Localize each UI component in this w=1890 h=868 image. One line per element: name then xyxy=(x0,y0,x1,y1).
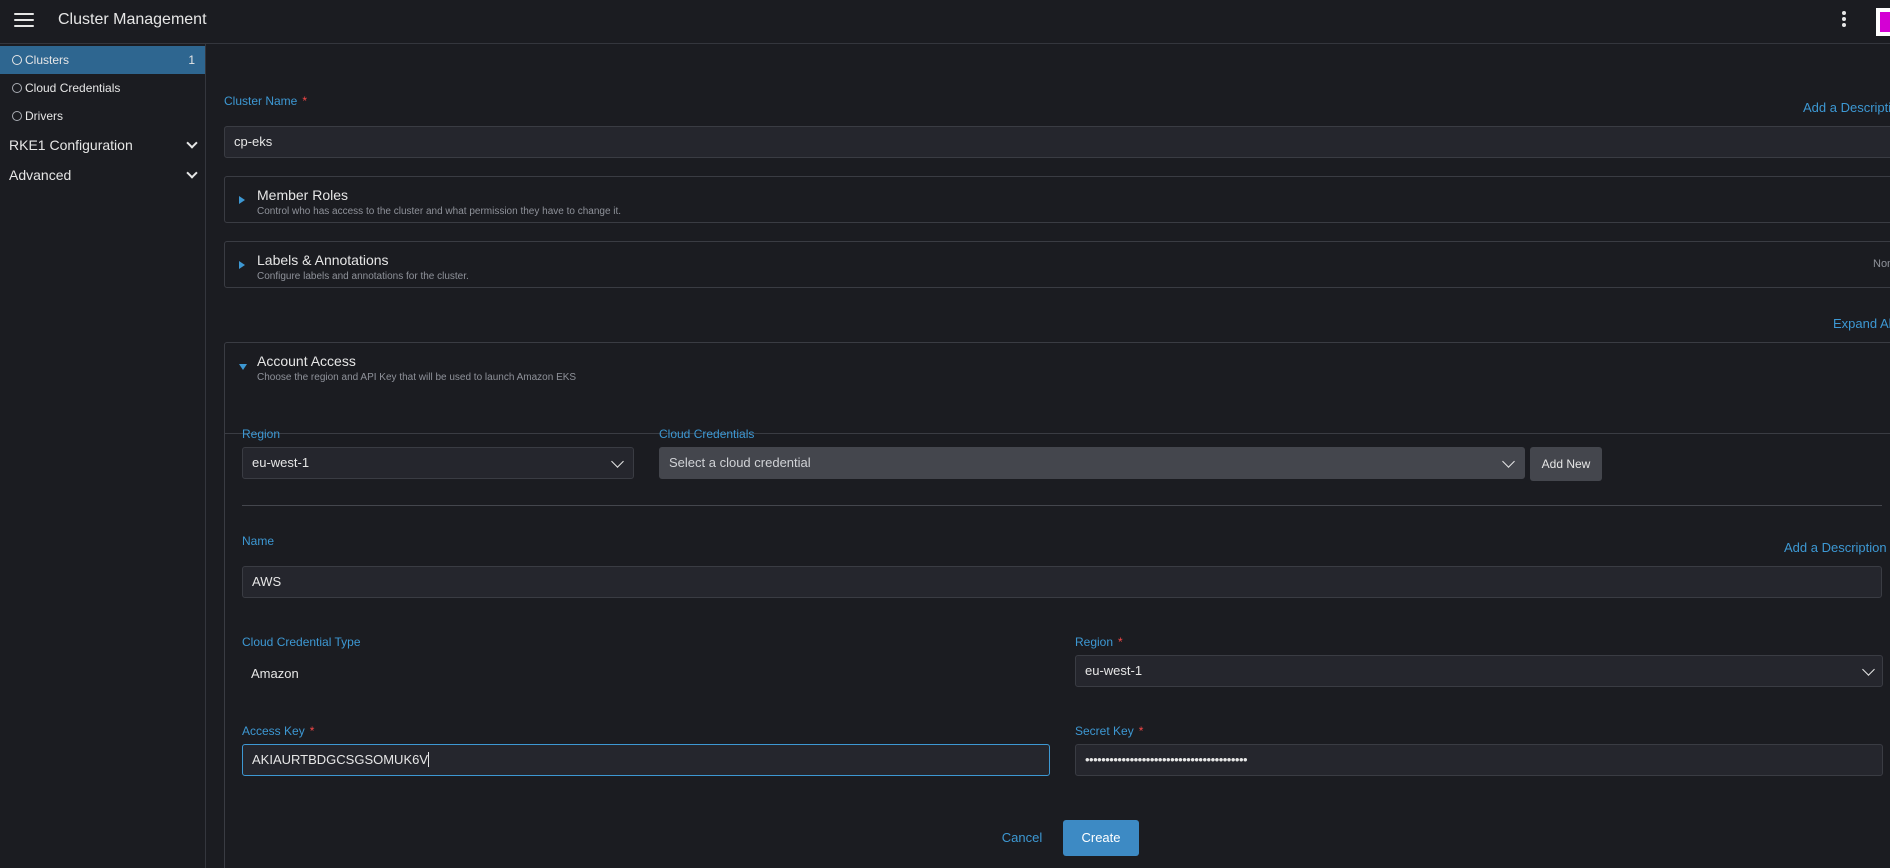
sidebar-group-rke1-configuration[interactable]: RKE1 Configuration xyxy=(0,130,205,160)
panel-subtitle: Configure labels and annotations for the… xyxy=(257,271,469,282)
add-description-link[interactable]: Add a Descripti xyxy=(1803,100,1890,115)
hamburger-menu-icon[interactable] xyxy=(14,13,34,29)
add-description-link[interactable]: Add a Description xyxy=(1784,540,1887,555)
region-select-value: eu-west-1 xyxy=(252,455,310,470)
secret-key-label: Secret Key * xyxy=(1075,724,1144,738)
panel-header-divider xyxy=(225,433,1890,434)
labels-annotations-panel[interactable]: Labels & Annotations Configure labels an… xyxy=(224,241,1890,288)
sidebar-item-drivers[interactable]: Drivers xyxy=(0,102,205,130)
expand-all-link[interactable]: Expand All xyxy=(1833,316,1890,331)
create-button[interactable]: Create xyxy=(1063,820,1139,856)
sidebar-item-clusters[interactable]: Clusters 1 xyxy=(0,46,205,74)
credential-name-input[interactable]: AWS xyxy=(242,566,1882,598)
sidebar-item-label: Cloud Credentials xyxy=(25,81,121,95)
add-new-credential-button[interactable]: Add New xyxy=(1530,447,1602,481)
account-access-panel: Account Access Choose the region and API… xyxy=(224,342,1890,868)
expand-arrow-icon xyxy=(239,261,245,269)
chevron-down-icon xyxy=(1502,455,1515,468)
app-title: Cluster Management xyxy=(58,11,207,28)
cluster-name-label: Cluster Name * xyxy=(224,94,308,108)
chevron-down-icon xyxy=(1862,663,1875,676)
credential-region-value: eu-west-1 xyxy=(1085,663,1143,678)
region-label: Region xyxy=(242,427,281,441)
user-avatar[interactable] xyxy=(1876,8,1890,36)
section-divider xyxy=(242,505,1882,506)
globe-icon xyxy=(12,83,22,93)
cloud-credential-placeholder: Select a cloud credential xyxy=(669,455,811,470)
panel-title: Labels & Annotations xyxy=(257,252,389,268)
chevron-down-icon xyxy=(611,455,624,468)
panel-subtitle: Control who has access to the cluster an… xyxy=(257,206,622,217)
sidebar-item-label: Drivers xyxy=(25,109,63,123)
more-options-icon[interactable] xyxy=(1836,9,1852,33)
cloud-credential-select[interactable]: Select a cloud credential xyxy=(659,447,1525,479)
region-select[interactable]: eu-west-1 xyxy=(242,447,634,479)
collapse-arrow-icon[interactable] xyxy=(239,364,247,370)
chevron-down-icon xyxy=(186,167,198,179)
cloud-credential-type-value: Amazon xyxy=(251,666,299,681)
access-key-input[interactable]: AKIAURTBDGCSGSOMUK6V xyxy=(242,744,1050,776)
globe-icon xyxy=(12,55,22,65)
credential-region-label: Region * xyxy=(1075,635,1123,649)
sidebar-item-label: Clusters xyxy=(25,53,70,67)
cluster-name-input[interactable]: cp-eks xyxy=(224,126,1890,158)
chevron-down-icon xyxy=(186,137,198,149)
panel-title: Member Roles xyxy=(257,187,349,203)
sidebar-item-cloud-credentials[interactable]: Cloud Credentials xyxy=(0,74,205,102)
cluster-count-badge: 1 xyxy=(188,53,195,67)
sidebar: Clusters 1 Cloud Credentials Drivers RKE… xyxy=(0,44,206,868)
labels-count-badge: None xyxy=(1873,258,1890,270)
cloud-credential-type-label: Cloud Credential Type xyxy=(242,635,361,649)
cancel-button[interactable]: Cancel xyxy=(996,822,1048,854)
credential-region-select[interactable]: eu-west-1 xyxy=(1075,655,1883,687)
text-cursor xyxy=(428,752,430,767)
member-roles-panel[interactable]: Member Roles Control who has access to t… xyxy=(224,176,1890,223)
access-key-label: Access Key * xyxy=(242,724,315,738)
sidebar-group-label: Advanced xyxy=(9,167,72,183)
secret-key-input[interactable]: •••••••••••••••••••••••••••••••••••••••• xyxy=(1075,744,1883,776)
top-bar: Cluster Management xyxy=(0,0,1890,44)
globe-icon xyxy=(12,111,22,121)
expand-arrow-icon xyxy=(239,196,245,204)
access-key-value: AKIAURTBDGCSGSOMUK6V xyxy=(252,752,429,767)
panel-subtitle: Choose the region and API Key that will … xyxy=(257,372,577,383)
sidebar-group-label: RKE1 Configuration xyxy=(9,137,133,153)
panel-title: Account Access xyxy=(257,353,356,369)
cloud-credentials-label: Cloud Credentials xyxy=(659,427,755,441)
sidebar-group-advanced[interactable]: Advanced xyxy=(0,160,205,190)
credential-name-label: Name xyxy=(242,534,275,548)
